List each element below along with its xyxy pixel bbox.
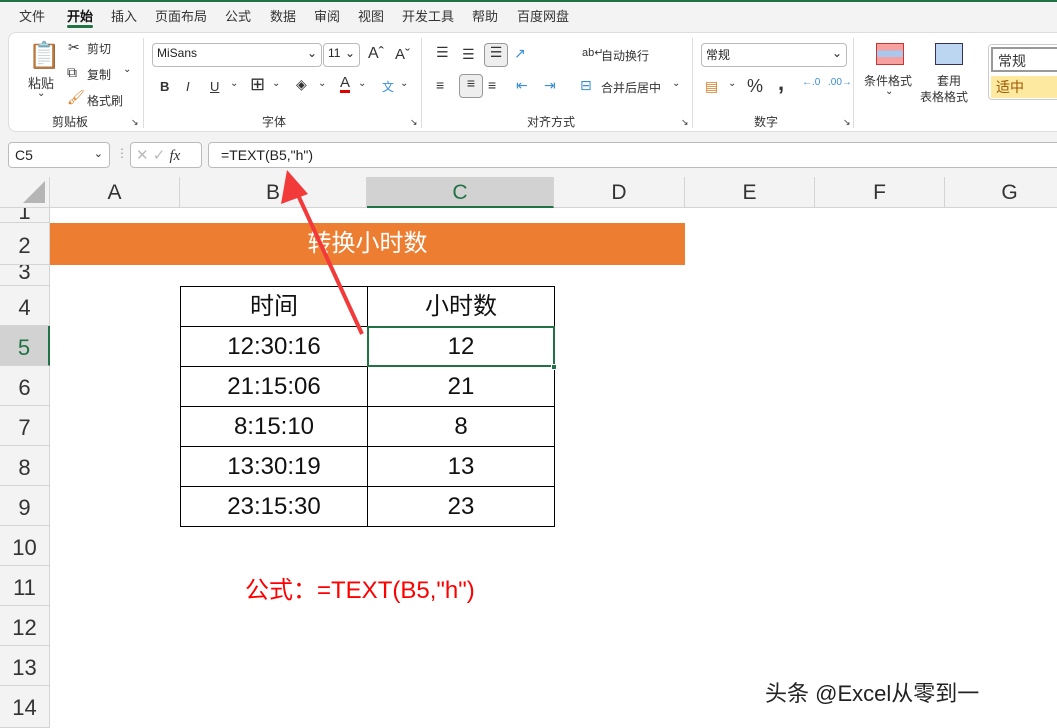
annotation-arrow [281,170,364,335]
arrow-shaft [296,194,364,335]
watermark: 头条 @Excel从零到一 [765,681,980,706]
arrow-head [281,170,308,204]
